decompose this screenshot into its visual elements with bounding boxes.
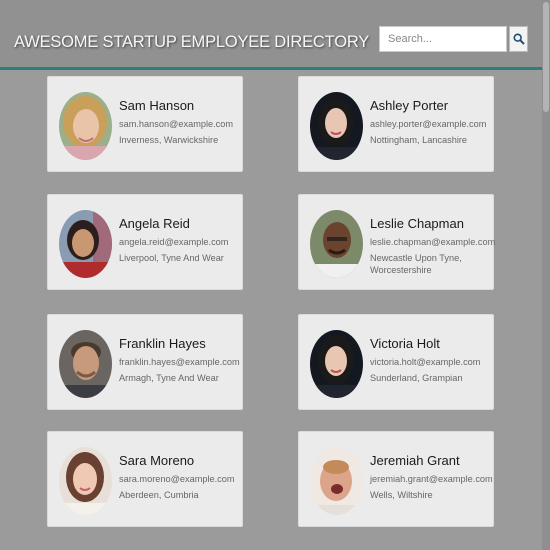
employee-location: Aberdeen, Cumbria — [119, 490, 199, 500]
page-header: AWESOME STARTUP EMPLOYEE DIRECTORY — [0, 0, 550, 70]
scrollbar-thumb[interactable] — [543, 2, 549, 112]
employee-card[interactable]: Leslie Chapman leslie.chapman@example.co… — [298, 194, 496, 290]
avatar — [310, 447, 363, 515]
card-info: Victoria Holt victoria.holt@example.com … — [370, 335, 492, 384]
employee-location: Nottingham, Lancashire — [370, 135, 468, 145]
avatar — [310, 210, 363, 278]
avatar — [310, 92, 363, 160]
card-info: Franklin Hayes franklin.hayes@example.co… — [119, 335, 241, 384]
employee-email: sara.moreno@example.com — [119, 474, 235, 484]
employee-email: sam.hanson@example.com — [119, 119, 234, 129]
employee-location: Wells, Wiltshire — [370, 490, 433, 500]
employee-location: Sunderland, Grampian — [370, 373, 463, 383]
employee-name: Ashley Porter — [370, 98, 449, 113]
card-info: Ashley Porter ashley.porter@example.com … — [370, 97, 492, 146]
employee-name: Franklin Hayes — [119, 336, 206, 351]
directory-page: AWESOME STARTUP EMPLOYEE DIRECTORY Sam — [0, 0, 550, 550]
employee-location: Inverness, Warwickshire — [119, 135, 219, 145]
employee-email: victoria.holt@example.com — [370, 357, 481, 367]
employee-email: franklin.hayes@example.com — [119, 357, 240, 367]
employee-email: angela.reid@example.com — [119, 237, 229, 247]
card-info: Jeremiah Grant jeremiah.grant@example.co… — [370, 452, 493, 501]
employee-email: jeremiah.grant@example.com — [370, 474, 493, 484]
avatar — [310, 330, 363, 398]
employee-name: Sara Moreno — [119, 453, 195, 468]
page-title: AWESOME STARTUP EMPLOYEE DIRECTORY — [14, 33, 370, 51]
card-info: Sara Moreno sara.moreno@example.com Aber… — [119, 452, 241, 501]
card-info: Angela Reid angela.reid@example.com Live… — [119, 215, 241, 264]
employee-card[interactable]: Victoria Holt victoria.holt@example.com … — [298, 314, 494, 410]
card-info: Leslie Chapman leslie.chapman@example.co… — [370, 215, 496, 276]
avatar — [59, 92, 112, 160]
employee-name: Angela Reid — [119, 216, 190, 231]
employee-location: Newcastle Upon Tyne, Worcestershire — [370, 253, 462, 275]
employee-name: Sam Hanson — [119, 98, 195, 113]
employee-card[interactable]: Ashley Porter ashley.porter@example.com … — [298, 76, 494, 172]
employee-location: Armagh, Tyne And Wear — [119, 373, 219, 383]
avatar — [59, 210, 112, 278]
search-button[interactable] — [509, 26, 528, 52]
employee-card[interactable]: Angela Reid angela.reid@example.com Live… — [47, 194, 243, 290]
magnifier-icon — [512, 33, 525, 45]
employee-card[interactable]: Jeremiah Grant jeremiah.grant@example.co… — [298, 431, 494, 527]
employee-location: Liverpool, Tyne And Wear — [119, 253, 224, 263]
employee-name: Jeremiah Grant — [370, 453, 460, 468]
search-input[interactable] — [379, 26, 507, 52]
avatar — [59, 330, 112, 398]
employee-name: Victoria Holt — [370, 336, 440, 351]
employee-card[interactable]: Sam Hanson sam.hanson@example.com Invern… — [47, 76, 243, 172]
card-info: Sam Hanson sam.hanson@example.com Invern… — [119, 97, 241, 146]
employee-email: ashley.porter@example.com — [370, 119, 487, 129]
avatar — [59, 447, 112, 515]
search-form — [379, 26, 528, 52]
employee-name: Leslie Chapman — [370, 216, 464, 231]
employee-card[interactable]: Franklin Hayes franklin.hayes@example.co… — [47, 314, 243, 410]
employee-card[interactable]: Sara Moreno sara.moreno@example.com Aber… — [47, 431, 243, 527]
employee-email: leslie.chapman@example.com — [370, 237, 496, 247]
